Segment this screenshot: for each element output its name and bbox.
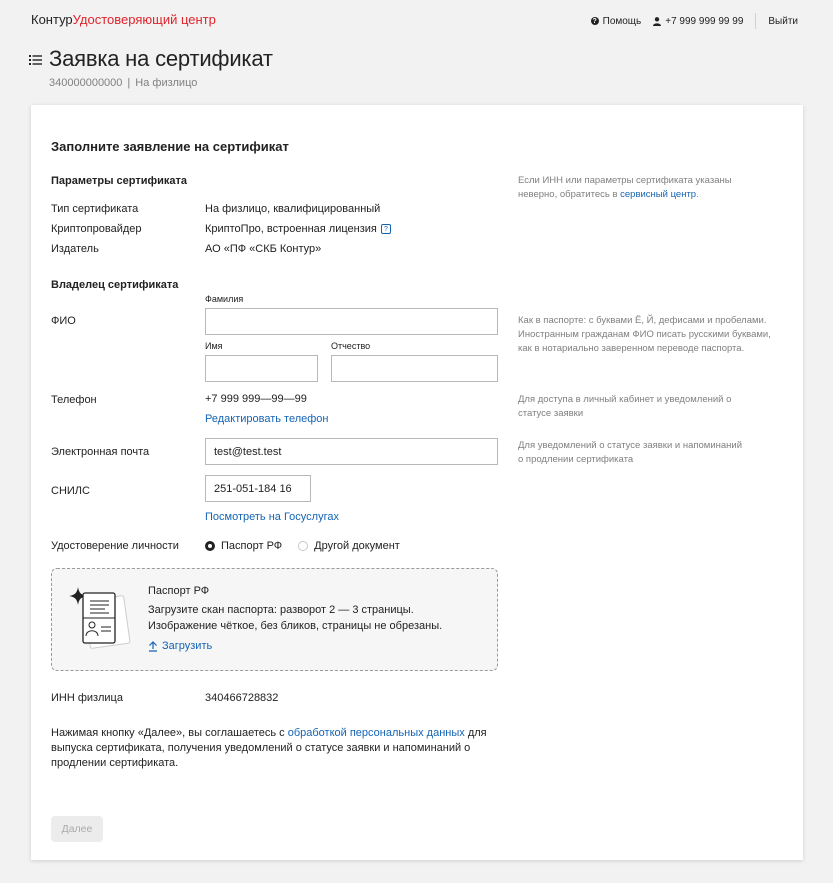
upload-button[interactable]: Загрузить (148, 640, 212, 652)
email-hint: Для уведомлений о статусе заявки и напом… (518, 440, 743, 465)
page-subtitle: 340000000000 | На физлицо (49, 77, 198, 89)
passport-document-icon (69, 587, 131, 649)
next-button[interactable]: Далее (51, 816, 103, 842)
radio-checked-icon (205, 541, 215, 551)
issuer-label: Издатель (51, 243, 99, 255)
snils-label: СНИЛС (51, 485, 90, 497)
fio-hint: Как в паспорте: с буквами Ё, Й, дефисами… (518, 315, 771, 354)
logo-product: Удостоверяющий центр (72, 12, 216, 27)
passport-upload-area[interactable]: Паспорт РФ Загрузите скан паспорта: разв… (51, 568, 498, 671)
consent-text: Нажимая кнопку «Далее», вы соглашаетесь … (51, 726, 516, 771)
help-label: Помощь (602, 15, 642, 27)
page-title: Заявка на сертификат (49, 46, 273, 71)
radio-other-document[interactable]: Другой документ (298, 540, 400, 552)
params-hint: Если ИНН или параметры сертификата указа… (518, 174, 748, 202)
surname-label: Фамилия (205, 294, 244, 304)
inn-label: ИНН физлица (51, 692, 123, 704)
question-icon[interactable]: ? (380, 224, 391, 235)
inn-value: 340466728832 (205, 692, 279, 704)
crypto-provider-value: КриптоПро, встроенная лицензия? (205, 223, 391, 235)
phone-hint: Для доступа в личный кабинет и уведомлен… (518, 394, 732, 419)
email-label: Электронная почта (51, 446, 150, 458)
menu-icon[interactable] (29, 55, 42, 65)
name-input[interactable] (205, 355, 318, 382)
patronymic-label: Отчество (331, 341, 371, 351)
header-divider (755, 13, 757, 29)
gosuslugi-link[interactable]: Посмотреть на Госуслугах (205, 511, 339, 523)
form-title: Заполните заявление на сертификат (51, 139, 289, 154)
phone-label: Телефон (51, 394, 97, 406)
phone-value: +7 999 999—99—99 (205, 393, 307, 405)
upload-title: Паспорт РФ (148, 585, 210, 597)
logout-button[interactable]: Выйти (768, 16, 798, 27)
logo-brand: Контур (31, 12, 73, 27)
consent-before: Нажимая кнопку «Далее», вы соглашаетесь … (51, 727, 285, 739)
name-label: Имя (205, 341, 223, 351)
email-input[interactable]: test@test.test (205, 438, 498, 465)
personal-data-link[interactable]: обработкой персональных данных (288, 727, 465, 739)
user-icon (653, 16, 662, 26)
upload-icon (149, 640, 157, 652)
params-hint-end: . (696, 189, 699, 200)
upload-line-1: Загрузите скан паспорта: разворот 2 — 3 … (148, 604, 414, 616)
params-heading: Параметры сертификата (51, 175, 188, 187)
upload-label: Загрузить (162, 640, 213, 652)
service-center-link[interactable]: сервисный центр (620, 189, 696, 200)
application-form-card: Заполните заявление на сертификат Параме… (31, 105, 803, 860)
help-icon: ? (590, 17, 599, 25)
fio-label: ФИО (51, 315, 76, 327)
logout-label: Выйти (768, 15, 798, 27)
edit-phone-link[interactable]: Редактировать телефон (205, 413, 329, 425)
radio-passport-label: Паспорт РФ (221, 540, 283, 552)
request-type: На физлицо (135, 77, 198, 89)
user-phone[interactable]: +7 999 999 99 99 (653, 16, 743, 27)
top-header: КонтурУдостоверяющий центр ? Помощь +7 9… (0, 0, 833, 40)
crypto-provider-text: КриптоПро, встроенная лицензия (205, 223, 377, 235)
radio-unchecked-icon (298, 541, 309, 551)
request-number: 340000000000 (49, 77, 123, 89)
radio-passport-rf[interactable]: Паспорт РФ (205, 540, 282, 552)
owner-heading: Владелец сертификата (51, 279, 179, 291)
patronymic-input[interactable] (331, 355, 498, 382)
crypto-provider-label: Криптопровайдер (51, 223, 142, 235)
surname-input[interactable] (205, 308, 498, 335)
help-link[interactable]: ? Помощь (590, 15, 642, 27)
radio-other-label: Другой документ (314, 540, 400, 552)
snils-input[interactable]: 251-051-184 16 (205, 475, 311, 502)
id-doc-radio-group: Паспорт РФ Другой документ (205, 540, 400, 552)
cert-type-label: Тип сертификата (51, 203, 139, 215)
user-phone-label: +7 999 999 99 99 (665, 15, 744, 27)
upload-line-2: Изображение чёткое, без бликов, страницы… (148, 620, 443, 632)
cert-type-value: На физлицо, квалифицированный (205, 203, 381, 215)
id-doc-label: Удостоверение личности (51, 540, 179, 552)
logo[interactable]: КонтурУдостоверяющий центр (31, 12, 216, 27)
issuer-value: АО «ПФ «СКБ Контур» (205, 243, 322, 255)
